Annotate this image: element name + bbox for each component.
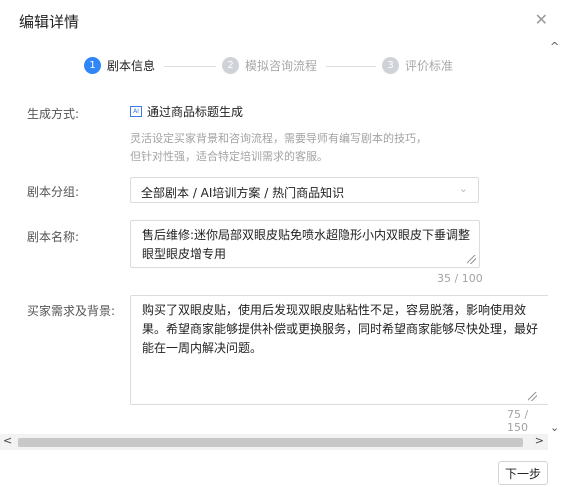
name-line: 售后维修:迷你局部双眼皮贴免喷水超隐形小内双眼皮下垂调整 — [142, 228, 471, 242]
step-1-number: 1 — [84, 57, 101, 74]
step-1-label: 剧本信息 — [107, 59, 156, 73]
name-counter: 35 / 100 — [437, 272, 483, 285]
resize-handle-icon[interactable] — [467, 255, 476, 264]
background-text: 购买了双眼皮贴，使用后发现双眼皮贴粘性不足，容易脱落，影响使用效 果。希望商家能… — [142, 301, 538, 358]
step-1: 1 剧本信息 — [84, 57, 155, 74]
category-select[interactable]: 全部剧本 / AI培训方案 / 热门商品知识 ⌄ — [130, 177, 479, 203]
background-label: 买家需求及背景: — [27, 304, 116, 318]
dialog-body: 1 剧本信息 2 模拟咨询流程 3 评价标准 生成方式: AI 通过商品标题生成… — [0, 40, 548, 434]
stepper: 1 剧本信息 2 模拟咨询流程 3 评价标准 — [0, 57, 548, 81]
step-3-number: 3 — [382, 57, 399, 74]
step-3-label: 评价标准 — [405, 59, 454, 73]
background-line: 果。希望商家能够提供补偿或更换服务，同时希望商家能够尽快处理，最好 — [142, 322, 539, 336]
horizontal-scrollbar[interactable]: < > — [0, 434, 548, 450]
vertical-scrollbar[interactable]: ^ ⌄ — [548, 40, 562, 434]
background-textarea[interactable]: 购买了双眼皮贴，使用后发现双眼皮贴粘性不足，容易脱落，影响使用效 果。希望商家能… — [130, 295, 548, 405]
generation-label: 生成方式: — [27, 107, 80, 121]
step-2: 2 模拟咨询流程 — [222, 57, 317, 74]
dialog-footer: 下一步 — [0, 450, 562, 487]
chevron-down-icon: ⌄ — [458, 182, 468, 195]
step-2-label: 模拟咨询流程 — [245, 59, 318, 73]
ai-icon: AI — [130, 106, 142, 117]
close-icon[interactable]: ✕ — [535, 10, 548, 29]
next-step-button[interactable]: 下一步 — [498, 461, 548, 485]
step-connector — [326, 66, 376, 67]
generation-option-text: 通过商品标题生成 — [147, 105, 244, 119]
scrollbar-thumb[interactable] — [18, 438, 523, 447]
dialog-title: 编辑详情 — [19, 13, 80, 31]
name-label: 剧本名称: — [27, 230, 80, 244]
scroll-left-icon[interactable]: < — [3, 434, 12, 447]
step-connector — [164, 66, 216, 67]
background-line: 购买了双眼皮贴，使用后发现双眼皮贴粘性不足，容易脱落，影响使用效 — [142, 303, 527, 317]
scroll-up-icon[interactable]: ^ — [550, 40, 559, 53]
scroll-down-icon[interactable]: ⌄ — [550, 421, 559, 434]
generation-hint: 灵活设定买家背景和咨询流程，需要导师有编写剧本的技巧， 但针对性强，适合特定培训… — [130, 130, 460, 166]
name-text: 售后维修:迷你局部双眼皮贴免喷水超隐形小内双眼皮下垂调整 眼型眼皮增专用 — [142, 226, 470, 264]
step-3: 3 评价标准 — [382, 57, 453, 74]
dialog-header: 编辑详情 ✕ — [0, 0, 562, 40]
background-line: 能在一周内解决问题。 — [142, 341, 263, 355]
name-textarea[interactable]: 售后维修:迷你局部双眼皮贴免喷水超隐形小内双眼皮下垂调整 眼型眼皮增专用 — [130, 220, 480, 268]
background-counter: 75 / 150 — [507, 408, 529, 434]
hint-line: 灵活设定买家背景和咨询流程，需要导师有编写剧本的技巧， — [130, 132, 427, 145]
scroll-right-icon[interactable]: > — [535, 434, 544, 447]
hint-line: 但针对性强，适合特定培训需求的客服。 — [130, 150, 328, 163]
resize-handle-icon[interactable] — [528, 392, 537, 401]
step-2-number: 2 — [222, 57, 239, 74]
category-label: 剧本分组: — [27, 185, 80, 199]
name-line: 眼型眼皮增专用 — [142, 247, 227, 261]
generation-option[interactable]: AI 通过商品标题生成 — [130, 103, 243, 120]
category-value: 全部剧本 / AI培训方案 / 热门商品知识 — [141, 186, 345, 200]
